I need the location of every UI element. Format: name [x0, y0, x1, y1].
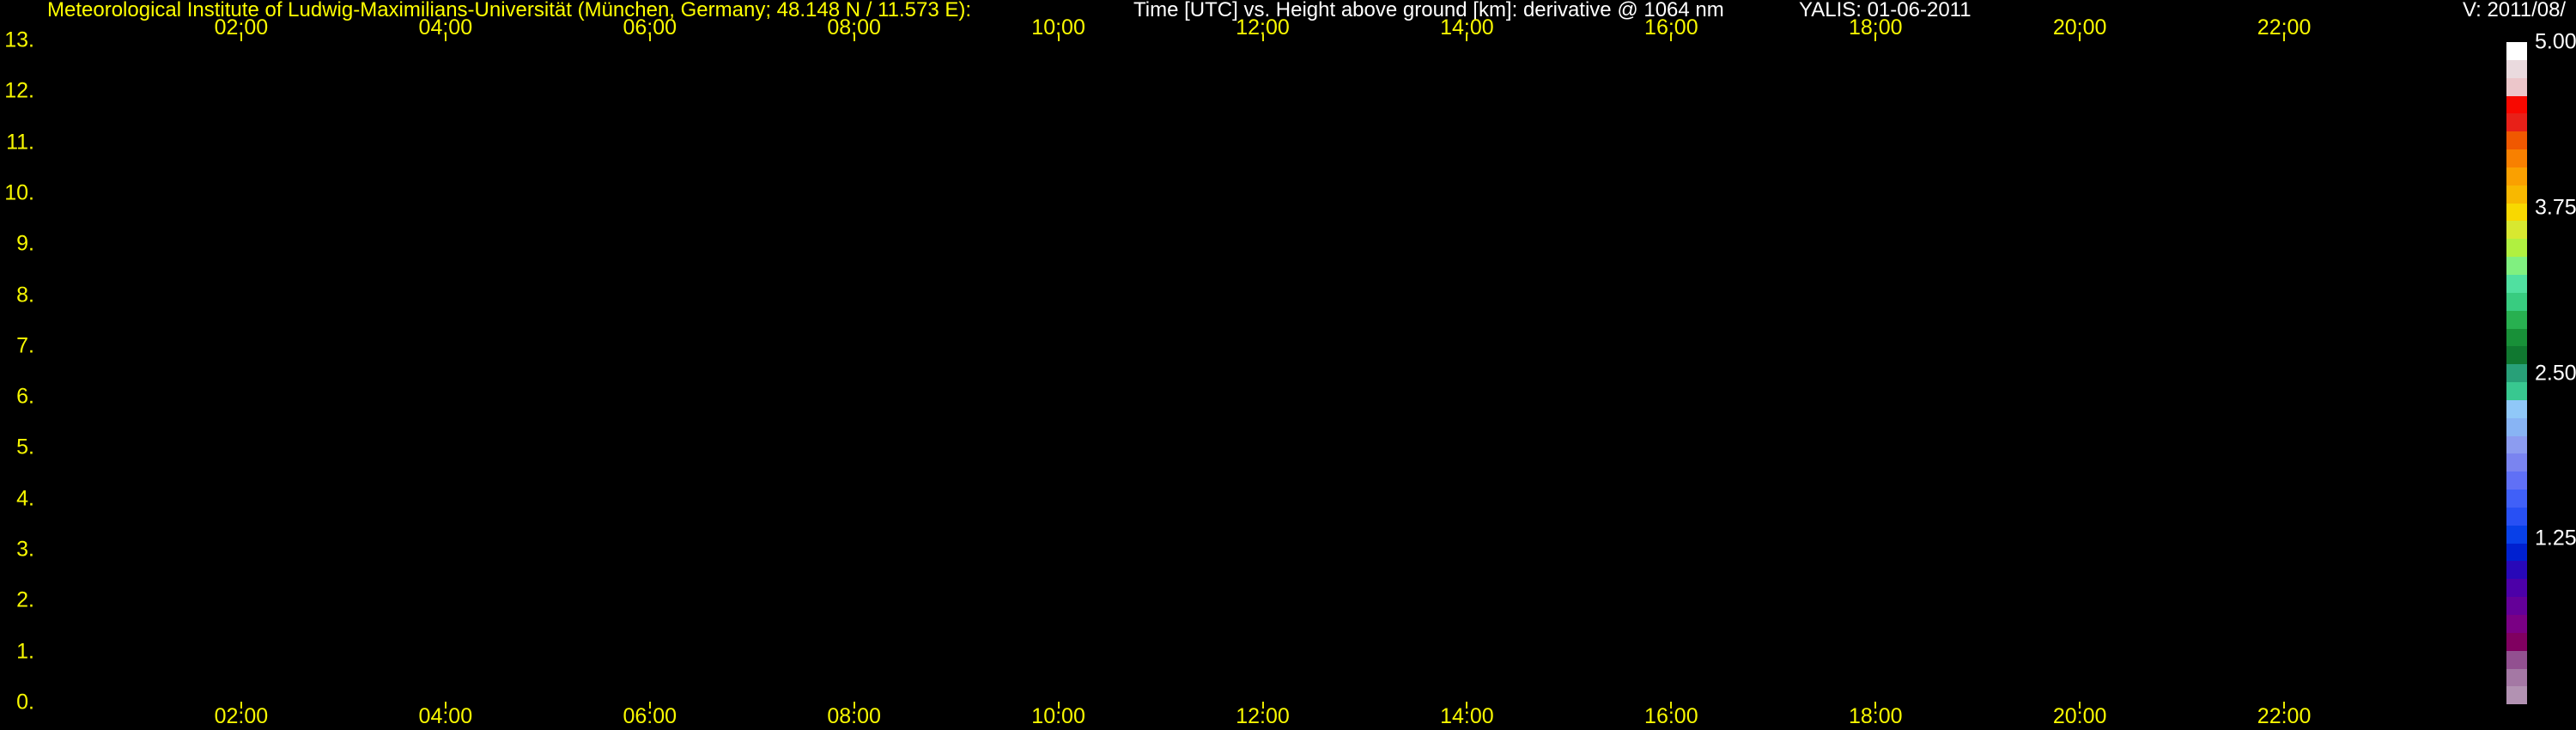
colorbar-step [2506, 399, 2527, 418]
colorbar-step [2506, 382, 2527, 400]
colorbar-tick-label: 3.75 [2535, 195, 2576, 220]
colorbar-scale [2506, 42, 2527, 705]
x-tick-mark-top [1261, 34, 1264, 41]
colorbar-tick-label: 1.25 [2535, 526, 2576, 551]
colorbar-step [2506, 507, 2527, 526]
colorbar-step [2506, 131, 2527, 150]
y-tick-label: 1. [16, 639, 34, 664]
colorbar-step [2506, 615, 2527, 633]
x-tick-mark-bottom [2079, 702, 2081, 709]
x-tick-mark-bottom [1874, 702, 1877, 709]
colorbar-step [2506, 471, 2527, 490]
colorbar-step [2506, 328, 2527, 347]
x-tick-mark-bottom [648, 702, 651, 709]
colorbar-step [2506, 650, 2527, 669]
x-tick-mark-bottom [1057, 702, 1060, 709]
y-tick-label: 2. [16, 587, 34, 612]
y-tick-label: 4. [16, 486, 34, 511]
x-tick-mark-bottom [2283, 702, 2286, 709]
x-tick-mark-bottom [1261, 702, 1264, 709]
colorbar-step [2506, 59, 2527, 78]
lidar-quicklook-screen: Meteorological Institute of Ludwig-Maxim… [0, 0, 2576, 730]
x-tick-mark-bottom [444, 702, 447, 709]
colorbar-step [2506, 113, 2527, 132]
lidar-heatmap-canvas [37, 40, 2488, 703]
colorbar-step [2506, 417, 2527, 436]
colorbar-step [2506, 42, 2527, 60]
colorbar-step [2506, 274, 2527, 293]
colorbar-step [2506, 203, 2527, 222]
colorbar-step [2506, 221, 2527, 240]
x-tick-mark-top [240, 34, 242, 41]
colorbar-step [2506, 525, 2527, 544]
y-tick-label: 12. [4, 78, 34, 103]
x-tick-mark-top [1670, 34, 1673, 41]
colorbar-step [2506, 579, 2527, 598]
x-tick-mark-top [1466, 34, 1468, 41]
colorbar-step [2506, 686, 2527, 705]
colorbar-step [2506, 668, 2527, 687]
colorbar-step [2506, 77, 2527, 96]
colorbar-step [2506, 346, 2527, 365]
x-tick-mark-top [444, 34, 447, 41]
x-tick-mark-bottom [240, 702, 242, 709]
colorbar-step [2506, 435, 2527, 454]
y-tick-label: 3. [16, 537, 34, 562]
y-tick-label: 6. [16, 384, 34, 409]
version-label: V: 2011/08/ [2463, 0, 2567, 21]
colorbar-step [2506, 561, 2527, 580]
y-tick-label: 10. [4, 180, 34, 205]
colorbar-step [2506, 364, 2527, 383]
colorbar-step [2506, 490, 2527, 508]
x-tick-mark-top [853, 34, 855, 41]
colorbar-step [2506, 310, 2527, 329]
x-tick-mark-bottom [1466, 702, 1468, 709]
colorbar-step [2506, 257, 2527, 275]
y-tick-label: 0. [16, 690, 34, 715]
colorbar-step [2506, 95, 2527, 114]
colorbar-step [2506, 167, 2527, 186]
x-tick-mark-top [2283, 34, 2286, 41]
x-tick-mark-bottom [1670, 702, 1673, 709]
colorbar-step [2506, 632, 2527, 651]
colorbar-tick-label: 5.00 [2535, 29, 2576, 54]
x-tick-mark-top [1057, 34, 1060, 41]
plot-title: Time [UTC] vs. Height above ground [km]:… [1133, 0, 1724, 21]
y-tick-label: 13. [4, 27, 34, 52]
y-tick-label: 5. [16, 435, 34, 459]
x-tick-mark-bottom [853, 702, 855, 709]
y-tick-label: 8. [16, 283, 34, 307]
colorbar-step [2506, 149, 2527, 167]
colorbar-step [2506, 185, 2527, 204]
colorbar-step [2506, 239, 2527, 258]
y-tick-label: 9. [16, 231, 34, 256]
x-tick-mark-top [1874, 34, 1877, 41]
colorbar-tick-label: 2.50 [2535, 361, 2576, 385]
y-tick-label: 7. [16, 333, 34, 358]
colorbar-step [2506, 292, 2527, 311]
colorbar-step [2506, 543, 2527, 562]
colorbar-step [2506, 453, 2527, 472]
x-tick-mark-top [648, 34, 651, 41]
x-tick-mark-top [2079, 34, 2081, 41]
colorbar-step [2506, 597, 2527, 615]
y-tick-label: 11. [6, 130, 34, 155]
